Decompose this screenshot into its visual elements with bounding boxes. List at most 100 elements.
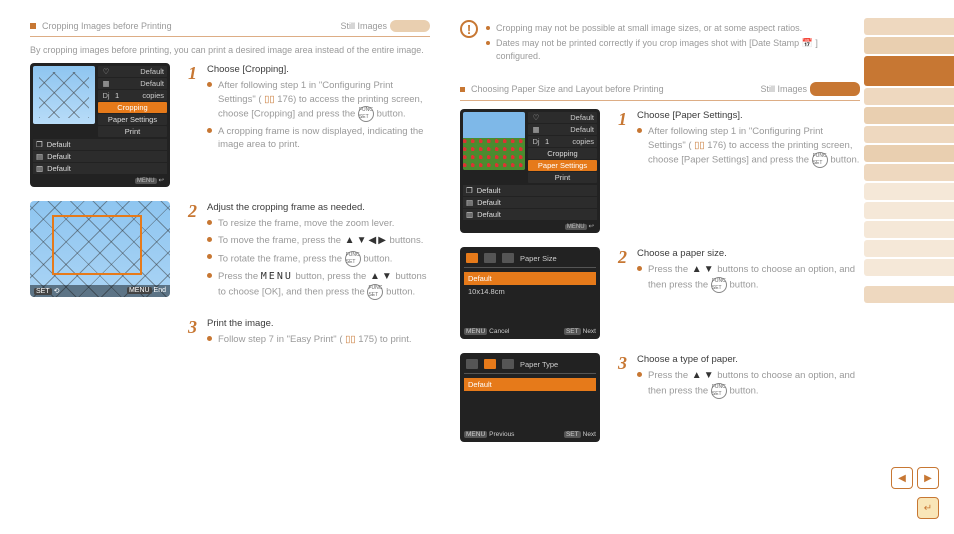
paper-tab-icon xyxy=(466,253,478,263)
step-text: After following step 1 in "Configuring P… xyxy=(648,126,823,137)
lcd-row-selected: Default xyxy=(464,378,596,391)
image-icon: ▦ xyxy=(101,79,111,88)
section-header-cropping: Cropping Images before Printing Still Im… xyxy=(30,20,430,32)
menu-tag: MENU xyxy=(464,431,487,438)
step-text: buttons. xyxy=(390,235,424,246)
warning-text: Dates may not be printed correctly if yo… xyxy=(496,38,802,48)
step-text: button. xyxy=(386,286,415,297)
nav-tab[interactable] xyxy=(864,126,954,143)
menu-tag: MENU xyxy=(127,287,152,294)
section-subnote: By cropping images before printing, you … xyxy=(30,45,430,55)
func-set-icon: FUNC SET xyxy=(711,277,727,293)
nav-tab[interactable] xyxy=(864,88,954,105)
lcd-title: Paper Size xyxy=(520,254,557,263)
set-tag: SET xyxy=(34,288,52,295)
nav-tab[interactable] xyxy=(864,18,954,35)
lcd-value: Default xyxy=(570,125,594,134)
warning-text: Cropping may not be possible at small im… xyxy=(496,22,802,35)
step-text: button. xyxy=(363,253,392,264)
up-arrow-icon: ▲ xyxy=(345,234,355,248)
crop-frame xyxy=(52,215,142,275)
step-number: 2 xyxy=(618,247,627,296)
nav-tab[interactable] xyxy=(864,221,954,238)
lcd-paper-type: Paper Type Default MENUPrevious SETNext xyxy=(460,353,600,442)
step-number: 3 xyxy=(618,353,627,402)
nav-tab[interactable] xyxy=(864,240,954,257)
nav-tab[interactable] xyxy=(864,183,954,200)
down-arrow-icon: ▼ xyxy=(704,263,714,277)
next-page-button[interactable]: ▶ xyxy=(917,467,939,489)
nav-tab[interactable] xyxy=(864,145,954,162)
step-number: 3 xyxy=(188,317,197,350)
set-tag: SET xyxy=(564,328,581,335)
lcd-value: copies xyxy=(142,91,164,100)
nav-tab[interactable] xyxy=(864,164,954,181)
copies-icon: Dj xyxy=(531,137,541,146)
nav-tab[interactable] xyxy=(864,259,954,276)
lcd-value: Default xyxy=(140,67,164,76)
menu-tag: MENU xyxy=(464,328,487,335)
step-title: Choose a type of paper. xyxy=(637,353,860,366)
lcd-row-selected: Paper Settings xyxy=(528,160,597,171)
lcd-row-selected: Default xyxy=(464,272,596,285)
lcd-label: Print xyxy=(125,127,140,136)
lcd-row-selected: Cropping xyxy=(98,102,167,113)
menu-label: MENU xyxy=(261,271,293,282)
func-set-icon: FUNC SET xyxy=(812,152,828,168)
step-text: button. xyxy=(377,108,406,119)
chevron-left-icon: ◀ xyxy=(898,473,906,484)
paper-icon: ▥ xyxy=(466,210,473,219)
bullet-icon xyxy=(207,128,212,133)
paper-tab-icon xyxy=(484,253,496,263)
step-text: Press the xyxy=(648,370,691,381)
heart-icon: ♡ xyxy=(101,67,111,76)
bullet-icon xyxy=(637,266,642,271)
foot-label: Next xyxy=(583,431,596,438)
nav-tab[interactable] xyxy=(864,286,954,303)
lcd-value: Default xyxy=(477,198,501,207)
stills-pill-icon xyxy=(390,20,430,32)
func-set-icon: FUNC SET xyxy=(345,251,361,267)
lcd-value: Default xyxy=(47,152,71,161)
step-2-row: Paper Size Default 10x14.8cm MENUCancel … xyxy=(460,247,860,339)
paper-icon: ▥ xyxy=(36,164,43,173)
step-text: Follow step 7 in "Easy Print" ( xyxy=(218,334,342,345)
warning-icon: ! xyxy=(460,20,478,38)
lcd-thumbnail xyxy=(463,112,525,170)
section-bullet-icon xyxy=(460,87,465,92)
step-text: To resize the frame, move the zoom lever… xyxy=(218,217,394,230)
down-arrow-icon: ▼ xyxy=(704,369,714,383)
heart-icon: ♡ xyxy=(531,113,541,122)
up-arrow-icon: ▲ xyxy=(370,270,380,284)
step-text: button. xyxy=(730,280,759,291)
lcd-value: Default xyxy=(477,210,501,219)
nav-tab[interactable] xyxy=(864,107,954,124)
chevron-right-icon: ▶ xyxy=(924,473,932,484)
lcd-crop-preview: SET ⟲ MENU End xyxy=(30,201,170,297)
foot-label: Previous xyxy=(489,431,514,438)
func-set-icon: FUNC SET xyxy=(367,284,383,300)
book-icon: ▯▯ xyxy=(264,94,274,105)
page-nav: ◀ ▶ ↵ xyxy=(891,467,939,519)
nav-tab[interactable] xyxy=(864,202,954,219)
return-button[interactable]: ↵ xyxy=(917,497,939,519)
bullet-icon xyxy=(207,237,212,242)
step-text: Press the xyxy=(648,264,691,275)
lcd-label: Cropping xyxy=(117,103,147,112)
stills-badge: Still Images xyxy=(760,82,860,96)
lcd-value: copies xyxy=(572,137,594,146)
up-arrow-icon: ▲ xyxy=(692,369,702,383)
stills-label: Still Images xyxy=(760,84,807,94)
prev-page-button[interactable]: ◀ xyxy=(891,467,913,489)
lcd-label: Paper Settings xyxy=(108,115,157,124)
nav-tab[interactable] xyxy=(864,37,954,54)
bullet-icon xyxy=(207,336,212,341)
nav-tab-active[interactable] xyxy=(864,56,954,86)
bullet-icon xyxy=(207,220,212,225)
lcd-value: 1 xyxy=(545,137,549,146)
lcd-value: Default xyxy=(47,140,71,149)
return-icon: ↵ xyxy=(924,503,932,514)
step-text: Settings" ( xyxy=(218,94,262,105)
step-title: Adjust the cropping frame as needed. xyxy=(207,201,430,214)
section-header-paper: Choosing Paper Size and Layout before Pr… xyxy=(460,82,860,96)
